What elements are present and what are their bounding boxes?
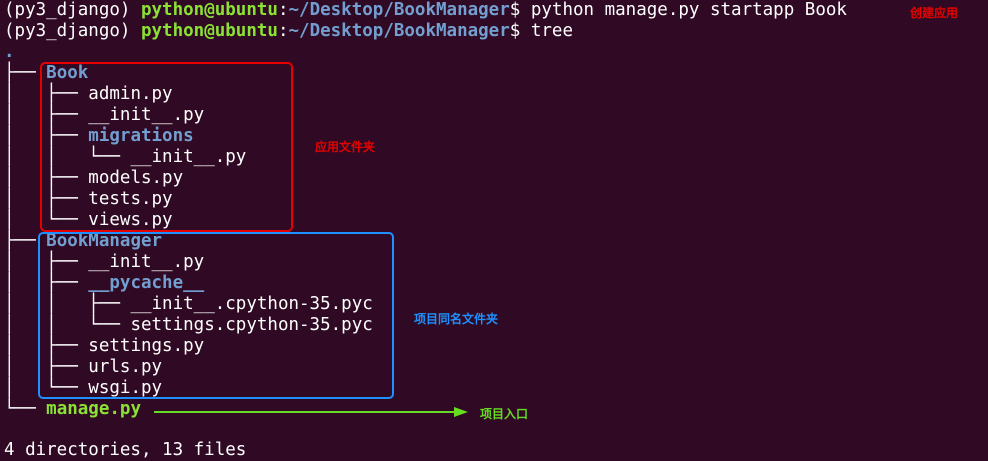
prompt-line-2: (py3_django) python@ubuntu:~/Desktop/Boo… — [4, 21, 573, 42]
prompt-dollar: $ — [509, 0, 521, 20]
tree-root: . — [4, 42, 15, 62]
annotation-create-app: 创建应用 — [910, 6, 959, 20]
annotation-app-folder: 应用文件夹 — [315, 140, 376, 154]
prompt-user: python@ubuntu — [140, 0, 278, 20]
tree-file: manage.py — [46, 399, 141, 419]
tree-summary: 4 directories, 13 files — [4, 440, 247, 460]
prompt-path: ~/Desktop/BookManager — [288, 21, 510, 41]
project-folder-box — [38, 232, 394, 399]
prompt-env: (py3_django) — [4, 21, 131, 41]
annotation-entry: 项目入口 — [480, 407, 529, 421]
prompt-line-1: (py3_django) python@ubuntu:~/Desktop/Boo… — [4, 0, 847, 21]
tree-line: └── manage.py — [4, 399, 141, 420]
command-text: python manage.py startapp Book — [530, 0, 847, 20]
prompt-env: (py3_django) — [4, 0, 131, 20]
prompt-sep: : — [277, 0, 289, 20]
app-folder-box — [40, 62, 293, 232]
prompt-path: ~/Desktop/BookManager — [288, 0, 510, 20]
annotation-project-folder: 项目同名文件夹 — [414, 312, 499, 326]
prompt-sep: : — [277, 21, 289, 41]
command-text: tree — [530, 21, 574, 41]
prompt-dollar: $ — [509, 21, 521, 41]
entry-arrow — [154, 407, 468, 417]
tree-branch: └── — [4, 399, 47, 419]
prompt-user: python@ubuntu — [140, 21, 278, 41]
